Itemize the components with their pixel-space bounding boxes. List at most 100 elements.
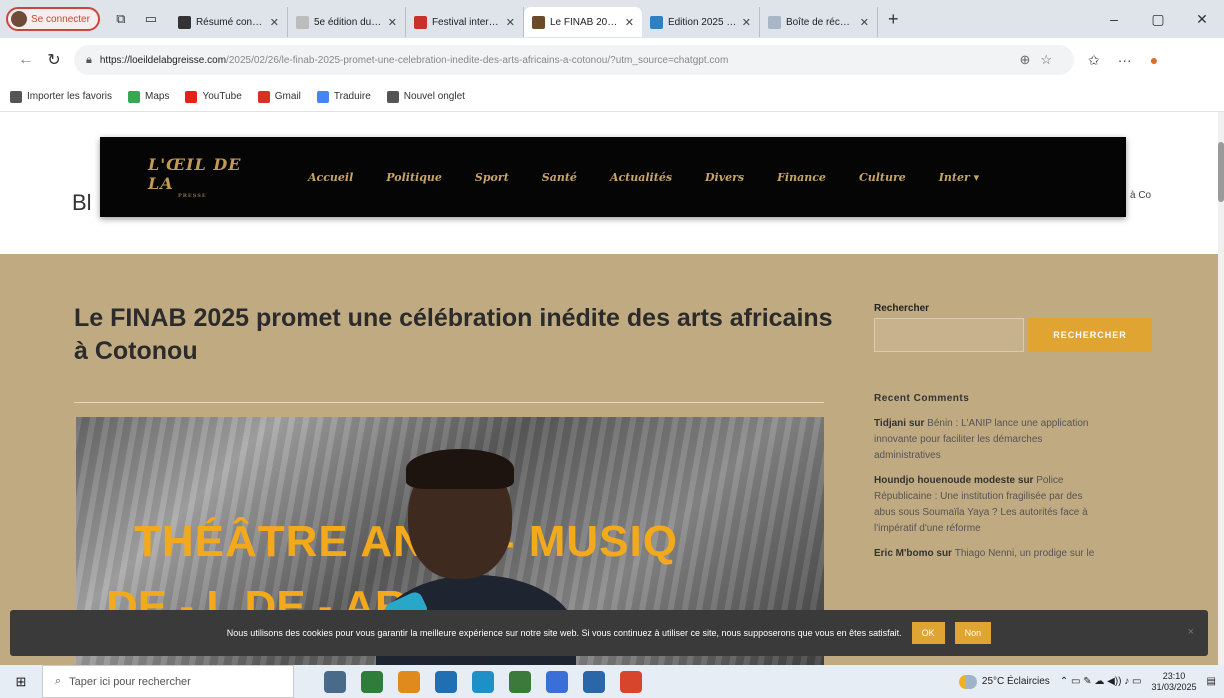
- nav-menu-item[interactable]: Accueil: [308, 171, 353, 184]
- taskbar-app-icon[interactable]: [509, 670, 531, 693]
- back-icon[interactable]: ←: [12, 51, 40, 69]
- tray-icons[interactable]: ⌃ ▭ ✎ ☁ ◀)) ♪ ▭: [1060, 676, 1142, 687]
- search-button[interactable]: RECHERCHER: [1028, 318, 1152, 352]
- site-logo[interactable]: L'ŒIL DE LA PRESSE: [148, 155, 260, 199]
- nav-menu-item[interactable]: Politique: [386, 171, 442, 184]
- blog-title: Bl: [72, 190, 92, 215]
- nav-menu-item[interactable]: Inter ▾: [939, 171, 979, 184]
- tab-close-icon[interactable]: ✕: [625, 16, 634, 29]
- bookmark-item[interactable]: Nouvel onglet: [386, 90, 465, 103]
- favorites-icon[interactable]: ✩: [1088, 52, 1100, 69]
- url-path: /2025/02/26/le-finab-2025-promet-une-cel…: [226, 54, 729, 66]
- tab-close-icon[interactable]: ✕: [742, 16, 751, 29]
- browser-tab-bar: Se connecter ⧉ ▭ Résumé confiden✕5e édit…: [0, 0, 1224, 38]
- comment-author[interactable]: Eric M'bomo: [874, 548, 934, 559]
- tab-title: 5e édition du Fes: [313, 16, 383, 28]
- comment-item: Houndjo houenoude modeste sur Police Rép…: [874, 473, 1106, 537]
- cookie-ok-button[interactable]: OK: [911, 622, 945, 644]
- minimize-icon[interactable]: –: [1092, 11, 1136, 27]
- notifications-icon[interactable]: ▤: [1207, 676, 1216, 687]
- site-header: Bl à Co L'ŒIL DE LA PRESSE Accueil Politi…: [0, 112, 1218, 254]
- weather-widget[interactable]: 25°C Éclaircies: [958, 674, 1050, 689]
- bookmarks-bar: Importer les favoris Maps YouTube Gmail Trad…: [0, 82, 1224, 112]
- comment-item: Eric M'bomo sur Thiago Nenni, un prodige…: [874, 546, 1106, 562]
- comment-sep: sur: [933, 548, 955, 559]
- taskbar-app-icon[interactable]: [620, 670, 642, 693]
- bookmark-label: Importer les favoris: [27, 91, 113, 102]
- address-bar[interactable]: 🔒︎ https://loeildelabgreisse.com /2025/0…: [74, 45, 1074, 75]
- sidebar: Rechercher RECHERCHER Recent Comments Ti…: [874, 254, 1164, 665]
- tab-title: Résumé confiden: [195, 16, 265, 28]
- address-row: ← ↻ 🔒︎ https://loeildelabgreisse.com /20…: [0, 38, 1224, 82]
- cookie-no-button[interactable]: Non: [954, 622, 992, 644]
- windows-taskbar: ⊞ ⌕ Taper ici pour rechercher 25°C Éclai…: [0, 665, 1224, 698]
- nav-menu-item[interactable]: Divers: [705, 171, 744, 184]
- comment-post-link[interactable]: Thiago Nenni, un prodige sur le: [955, 548, 1095, 559]
- bookmark-item[interactable]: Importer les favoris: [10, 90, 113, 103]
- window-controls: – ▢ ✕: [1092, 0, 1224, 38]
- nav-menu-item[interactable]: Finance: [777, 171, 826, 184]
- tab-favicon-icon: [177, 15, 191, 29]
- refresh-icon[interactable]: ↻: [40, 50, 68, 70]
- browser-tab[interactable]: Festival internati ✕: [406, 7, 524, 37]
- tab-close-icon[interactable]: ✕: [506, 16, 515, 29]
- tab-close-icon[interactable]: ✕: [860, 16, 869, 29]
- copilot-icon[interactable]: ●: [1150, 52, 1158, 69]
- recent-comments-list: Tidjani sur Bénin : L'ANIP lance une app…: [874, 416, 1106, 571]
- bookmark-icon: [257, 90, 270, 103]
- logo-text: L'ŒIL DE LA: [148, 155, 242, 193]
- taskbar-app-icon[interactable]: [546, 670, 568, 693]
- profile-button[interactable]: Se connecter: [6, 7, 100, 31]
- nav-menu-item[interactable]: Actualités: [610, 171, 672, 184]
- more-menu-icon[interactable]: ···: [1118, 52, 1132, 69]
- tab-close-icon[interactable]: ✕: [270, 16, 279, 29]
- cookie-close-icon[interactable]: ×: [1188, 626, 1194, 638]
- bookmark-item[interactable]: Traduire: [316, 90, 371, 103]
- browser-tab[interactable]: Boîte de réceptio ✕: [760, 7, 878, 37]
- bookmark-label: Maps: [145, 91, 170, 102]
- bookmark-item[interactable]: Gmail: [257, 90, 301, 103]
- browser-tab[interactable]: Résumé confiden ✕: [170, 7, 288, 37]
- restore-icon[interactable]: ▢: [1136, 11, 1180, 28]
- taskbar-app-icon[interactable]: [361, 670, 383, 693]
- taskbar-app-icon[interactable]: [324, 670, 346, 693]
- bookmark-item[interactable]: YouTube: [185, 90, 242, 103]
- comment-author[interactable]: Houndjo houenoude modeste: [874, 475, 1015, 486]
- tab-favicon-icon: [531, 15, 545, 29]
- comment-author[interactable]: Tidjani: [874, 418, 906, 429]
- bookmark-item[interactable]: Maps: [128, 90, 170, 103]
- main-menu: Accueil Politique Sport Santé Actualités Dive…: [308, 171, 979, 184]
- taskbar-app-icon[interactable]: [583, 670, 605, 693]
- tab-favicon-icon: [767, 15, 781, 29]
- page-scrollbar[interactable]: [1218, 112, 1224, 665]
- search-input[interactable]: [874, 318, 1024, 352]
- cookie-text: Nous utilisons des cookies pour vous gar…: [226, 628, 902, 638]
- browser-tab[interactable]: Édition 2025 du ✕: [642, 7, 760, 37]
- taskbar-search[interactable]: ⌕ Taper ici pour rechercher: [42, 665, 294, 698]
- taskbar-app-icon[interactable]: [472, 670, 494, 693]
- comment-sep: sur: [1015, 475, 1037, 486]
- nav-menu-item[interactable]: Culture: [859, 171, 906, 184]
- bookmark-icon: [128, 90, 141, 103]
- scrollbar-thumb[interactable]: [1218, 142, 1224, 202]
- new-tab-button[interactable]: +: [888, 9, 899, 30]
- taskbar-app-icon[interactable]: [435, 670, 457, 693]
- windows-start-icon[interactable]: ⊞: [0, 665, 42, 698]
- tab-close-icon[interactable]: ✕: [388, 16, 397, 29]
- tab-title: Festival internati: [431, 16, 501, 28]
- nav-menu-item[interactable]: Sport: [475, 171, 509, 184]
- close-window-icon[interactable]: ✕: [1180, 11, 1224, 28]
- tab-actions-icon[interactable]: ▭: [140, 8, 162, 30]
- taskbar-app-icon[interactable]: [398, 670, 420, 693]
- browser-tab[interactable]: 5e édition du Fes ✕: [288, 7, 406, 37]
- header-side-text: à Co: [1130, 190, 1152, 201]
- clock[interactable]: 23:10 31/03/2025: [1152, 671, 1197, 693]
- comment-item: Tidjani sur Bénin : L'ANIP lance une app…: [874, 416, 1106, 464]
- workspaces-icon[interactable]: ⧉: [110, 8, 132, 30]
- browser-tab[interactable]: Le FINAB 2025 pr ✕: [523, 7, 642, 37]
- taskbar-search-placeholder: Taper ici pour rechercher: [69, 675, 191, 688]
- favorite-star-icon[interactable]: ⊕☆: [1019, 52, 1062, 68]
- nav-menu-item[interactable]: Santé: [542, 171, 577, 184]
- bookmark-icon: [10, 90, 22, 103]
- logo-tagline: PRESSE: [178, 193, 207, 199]
